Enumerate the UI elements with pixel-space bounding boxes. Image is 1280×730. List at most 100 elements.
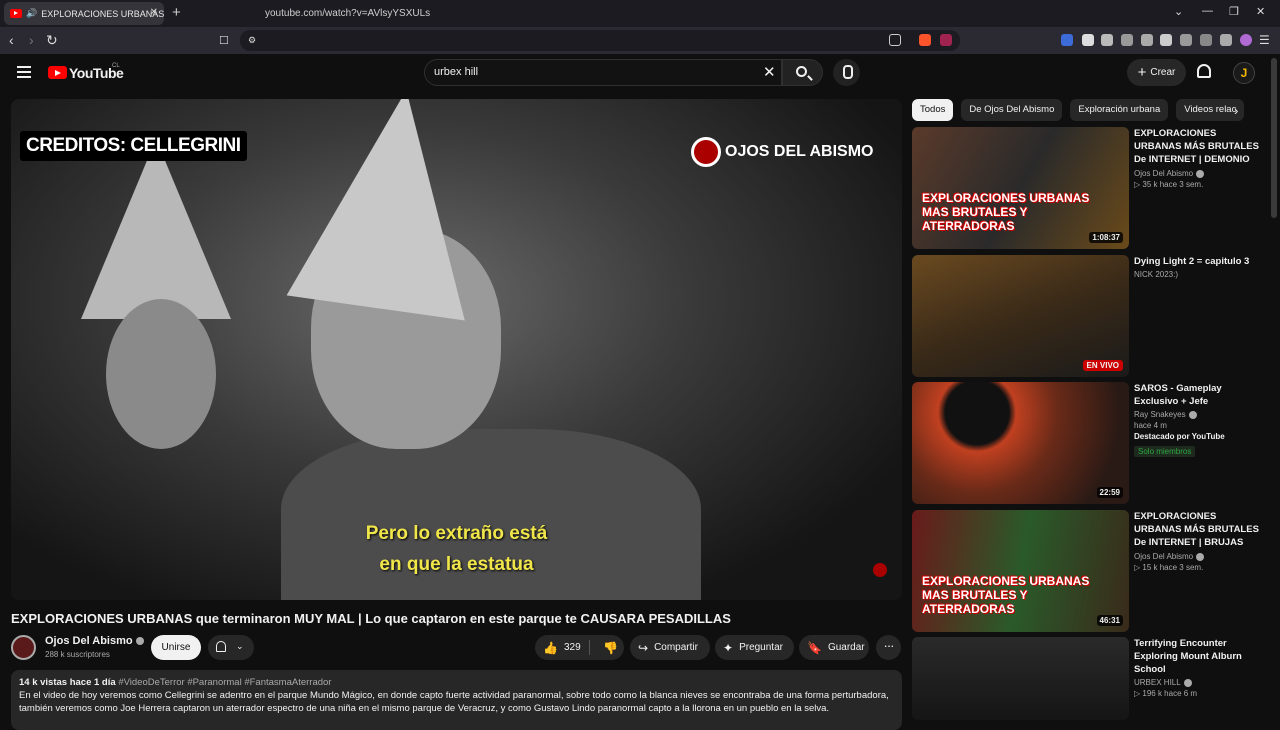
- like-count[interactable]: 329: [564, 642, 581, 653]
- address-bar: ‹ › ↻ ☐ ⚙ ☰: [0, 27, 1280, 54]
- recommendation-item[interactable]: 22:59 SAROS - Gameplay Exclusivo + Jefe …: [912, 382, 1272, 504]
- recommendation-item[interactable]: Terrifying Encounter Exploring Mount Alb…: [912, 637, 1272, 720]
- youtube-logo-icon[interactable]: [48, 66, 67, 79]
- profile-icon[interactable]: [1240, 34, 1252, 46]
- url-field[interactable]: [240, 30, 960, 51]
- save-button[interactable]: 🔖 Guardar: [799, 635, 869, 660]
- share-button[interactable]: ↪ Compartir: [630, 635, 710, 660]
- create-button[interactable]: + Crear: [1127, 59, 1186, 86]
- join-button[interactable]: Unirse: [151, 635, 201, 660]
- chevron-right-icon[interactable]: ›: [1234, 103, 1238, 118]
- upload-age: hace 1 día: [69, 677, 116, 688]
- vpn-icon[interactable]: [1220, 34, 1232, 46]
- channel-name[interactable]: Ojos Del Abismo: [45, 635, 144, 647]
- menu-icon[interactable]: ☰: [1259, 33, 1270, 47]
- notifications-icon[interactable]: [1197, 64, 1211, 78]
- chevron-down-icon: ⌄: [236, 641, 244, 651]
- video-frame-shape: [286, 99, 496, 321]
- minimize-icon[interactable]: —: [1202, 5, 1213, 17]
- speaker-icon[interactable]: 🔊: [26, 8, 37, 19]
- forward-icon[interactable]: ›: [29, 32, 34, 48]
- clear-search-icon[interactable]: ✕: [763, 63, 776, 81]
- subscription-bell-button[interactable]: ⌄: [208, 635, 254, 660]
- channel-name-text: Ojos Del Abismo: [45, 635, 133, 647]
- video-thumbnail[interactable]: EXPLORACIONES URBANAS MAS BRUTALES Y ATE…: [912, 510, 1129, 632]
- video-frame-shape: [81, 139, 231, 319]
- video-thumbnail[interactable]: [912, 637, 1129, 720]
- ask-button[interactable]: ✦ Preguntar: [715, 635, 794, 660]
- chip-all[interactable]: Todos: [912, 99, 954, 121]
- youtube-favicon-icon: [10, 9, 22, 18]
- new-tab-button[interactable]: +: [172, 4, 181, 21]
- record-indicator-icon: [873, 563, 887, 577]
- browser-tab[interactable]: 🔊 EXPLORACIONES URBANAS q ✕: [4, 2, 164, 25]
- extension-icon[interactable]: [1200, 34, 1212, 46]
- bookmark-save-icon: 🔖: [807, 640, 822, 655]
- thumbnail-caption: EXPLORACIONES URBANAS MAS BRUTALES Y ATE…: [922, 574, 1090, 616]
- tab-list-icon[interactable]: ⌄: [1174, 5, 1183, 18]
- subtitle-line: Pero lo extraño está: [365, 523, 548, 544]
- recommendation-item[interactable]: EN VIVO Dying Light 2 = capitulo 3 NICK …: [912, 255, 1272, 377]
- hamburger-menu-icon[interactable]: [17, 66, 31, 81]
- reload-icon[interactable]: ↻: [46, 32, 58, 49]
- video-player[interactable]: CREDITOS: CELLEGRINI OJOS DEL ABISMO Per…: [11, 99, 902, 600]
- filter-chips: Todos De Ojos Del Abismo Exploración urb…: [912, 99, 1245, 121]
- video-thumbnail[interactable]: EN VIVO: [912, 255, 1129, 377]
- recommendation-meta: ▷ 196 k hace 6 m: [1134, 689, 1198, 698]
- video-thumbnail[interactable]: 22:59: [912, 382, 1129, 504]
- restore-icon[interactable]: ❐: [1229, 5, 1239, 18]
- video-thumbnail[interactable]: EXPLORACIONES URBANAS MAS BRUTALES Y ATE…: [912, 127, 1129, 249]
- ask-label: Preguntar: [739, 642, 783, 653]
- tab-title: EXPLORACIONES URBANAS q: [41, 8, 164, 19]
- rewards-icon[interactable]: [940, 34, 952, 46]
- puzzle-icon[interactable]: [1121, 34, 1133, 46]
- more-actions-icon[interactable]: ···: [876, 635, 901, 660]
- wallet-icon[interactable]: [1180, 34, 1192, 46]
- watermark-text: OJOS DEL ABISMO: [725, 143, 874, 160]
- country-code: CL: [112, 63, 120, 69]
- description-box[interactable]: 14 k vistas hace 1 día #VideoDeTerror #P…: [11, 670, 902, 730]
- channel-avatar[interactable]: [11, 635, 36, 660]
- verified-icon: [135, 637, 144, 646]
- back-icon[interactable]: ‹: [9, 32, 14, 48]
- featured-label: Destacado por YouTube: [1134, 432, 1225, 441]
- extension-icon[interactable]: [1082, 34, 1094, 46]
- like-icon[interactable]: 👍: [543, 641, 558, 655]
- audio-extension-icon[interactable]: [1061, 34, 1073, 46]
- screen-icon[interactable]: [889, 34, 901, 46]
- description-text: también veremos como Joe Herrera captaro…: [19, 703, 830, 714]
- recommendation-title: EXPLORACIONES URBANAS MÁS BRUTALES De IN…: [1134, 511, 1259, 548]
- brave-shield-icon[interactable]: [919, 34, 931, 46]
- duration-badge: 46:31: [1096, 615, 1123, 626]
- subscriber-count: 288 k suscriptores: [45, 650, 110, 659]
- recommendation-title: SAROS - Gameplay Exclusivo + Jefe: [1134, 383, 1222, 407]
- bell-icon: [216, 641, 226, 652]
- hashtags[interactable]: #VideoDeTerror #Paranormal #FantasmaAter…: [118, 677, 331, 688]
- sidebar-icon[interactable]: [1160, 34, 1172, 46]
- close-tab-icon[interactable]: ✕: [150, 7, 158, 18]
- verified-icon: [1196, 552, 1205, 561]
- url-text: youtube.com/watch?v=AVlsyYSXULs: [265, 8, 431, 19]
- chip-channel[interactable]: De Ojos Del Abismo: [961, 99, 1063, 121]
- like-dislike-group: 👍 329 👎: [535, 635, 624, 660]
- close-window-icon[interactable]: ✕: [1256, 5, 1265, 18]
- dislike-icon[interactable]: 👎: [603, 641, 618, 655]
- eye-logo-icon: [691, 137, 721, 167]
- share-label: Compartir: [654, 642, 698, 653]
- recommendation-meta: ▷ 35 k hace 3 sem.: [1134, 180, 1204, 189]
- site-settings-icon[interactable]: ⚙: [248, 35, 256, 46]
- recommendation-channel: Ray Snakeyes: [1134, 410, 1186, 419]
- chip-urban-exploration[interactable]: Exploración urbana: [1070, 99, 1169, 121]
- channel-watermark[interactable]: OJOS DEL ABISMO: [691, 137, 873, 167]
- music-icon[interactable]: [1141, 34, 1153, 46]
- extension-icon[interactable]: [1101, 34, 1113, 46]
- account-avatar[interactable]: J: [1233, 62, 1255, 84]
- page-scrollbar[interactable]: [1271, 58, 1277, 218]
- voice-search-icon[interactable]: [833, 59, 860, 86]
- recommendation-item[interactable]: EXPLORACIONES URBANAS MAS BRUTALES Y ATE…: [912, 510, 1272, 632]
- search-button[interactable]: [782, 59, 823, 86]
- create-label: Crear: [1150, 67, 1176, 78]
- members-only-badge: Solo miembros: [1134, 446, 1196, 457]
- bookmark-icon[interactable]: ☐: [219, 34, 229, 47]
- recommendation-item[interactable]: EXPLORACIONES URBANAS MAS BRUTALES Y ATE…: [912, 127, 1272, 249]
